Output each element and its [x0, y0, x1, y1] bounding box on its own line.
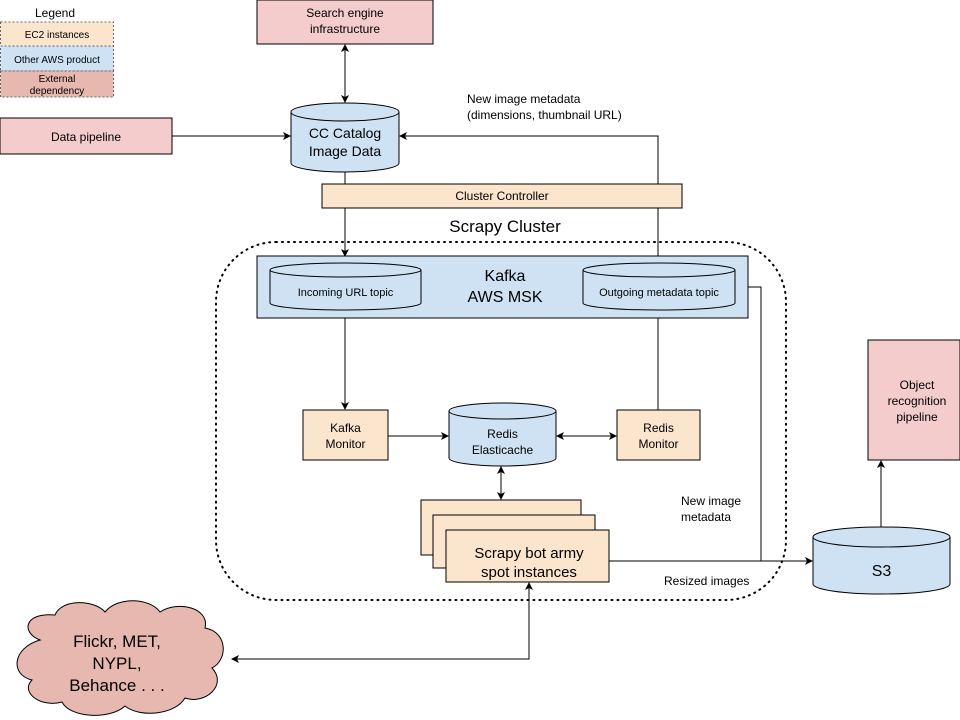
kafka-monitor-label-2: Monitor — [325, 437, 365, 451]
redis-monitor-label-1: Redis — [643, 421, 674, 435]
kafka-monitor-node: Kafka Monitor — [302, 409, 389, 461]
outgoing-metadata-topic: Outgoing metadata topic — [582, 262, 736, 311]
s3-bucket: S3 — [812, 526, 951, 595]
new-metadata-top-label-1: New image metadata — [467, 92, 581, 106]
new-metadata-top-label-2: (dimensions, thumbnail URL) — [467, 108, 622, 122]
object-recognition-label-2: recognition — [888, 394, 947, 408]
kafka-monitor-label-1: Kafka — [330, 421, 361, 435]
outgoing-topic-label: Outgoing metadata topic — [599, 287, 719, 299]
scrapy-bot-army-node: Scrapy bot army spot instances — [420, 499, 610, 583]
new-metadata-right-label-2: metadata — [681, 510, 731, 524]
edge-bots-outgoing — [735, 283, 762, 561]
redis-elasticache-database: Redis Elasticache — [448, 402, 557, 467]
object-recognition-node: Object recognition pipeline — [867, 339, 960, 461]
cluster-controller-node: Cluster Controller — [321, 183, 683, 209]
sources-label-2: NYPL, — [92, 654, 141, 673]
kafka-label-2: AWS MSK — [468, 289, 543, 306]
edge-bots-sources — [231, 582, 533, 663]
image-sources-cloud: Flickr, MET, NYPL, Behance . . . — [16, 600, 224, 716]
redis-monitor-label-2: Monitor — [638, 437, 678, 451]
search-engine-label-2: infrastructure — [310, 22, 380, 36]
sources-label-3: Behance . . . — [69, 676, 164, 695]
redis-label-1: Redis — [487, 427, 518, 441]
bot-army-label-1: Scrapy bot army — [474, 545, 584, 562]
scrapy-cluster-title: Scrapy Cluster — [449, 217, 561, 236]
bot-army-label-2: spot instances — [481, 564, 577, 581]
new-metadata-right-label-1: New image — [681, 494, 741, 508]
legend-external-label-1: External — [39, 74, 76, 85]
resized-images-label: Resized images — [664, 574, 749, 588]
cc-catalog-label-2: Image Data — [309, 143, 382, 159]
legend-aws-label: Other AWS product — [14, 55, 100, 66]
architecture-diagram: Legend EC2 instances Other AWS product E… — [0, 0, 960, 716]
data-pipeline-label: Data pipeline — [51, 130, 121, 144]
cc-catalog-database: CC Catalog Image Data — [290, 102, 400, 173]
incoming-topic-label: Incoming URL topic — [298, 287, 394, 299]
incoming-url-topic: Incoming URL topic — [269, 262, 422, 311]
legend-external-label-2: dependency — [30, 86, 85, 97]
object-recognition-label-3: pipeline — [896, 410, 938, 424]
data-pipeline-node: Data pipeline — [0, 117, 173, 155]
search-engine-label-1: Search engine — [306, 6, 384, 20]
sources-label-1: Flickr, MET, — [73, 632, 161, 651]
s3-label: S3 — [872, 563, 892, 580]
kafka-label-1: Kafka — [485, 268, 526, 285]
redis-monitor-node: Redis Monitor — [616, 409, 701, 461]
cc-catalog-label-1: CC Catalog — [309, 125, 381, 141]
legend-title: Legend — [35, 6, 75, 20]
redis-label-2: Elasticache — [472, 443, 534, 457]
object-recognition-label-1: Object — [900, 378, 935, 392]
legend: Legend EC2 instances Other AWS product E… — [0, 6, 114, 98]
legend-ec2-label: EC2 instances — [25, 30, 89, 41]
cluster-controller-label: Cluster Controller — [455, 189, 548, 203]
search-engine-node: Search engine infrastructure — [256, 0, 434, 45]
